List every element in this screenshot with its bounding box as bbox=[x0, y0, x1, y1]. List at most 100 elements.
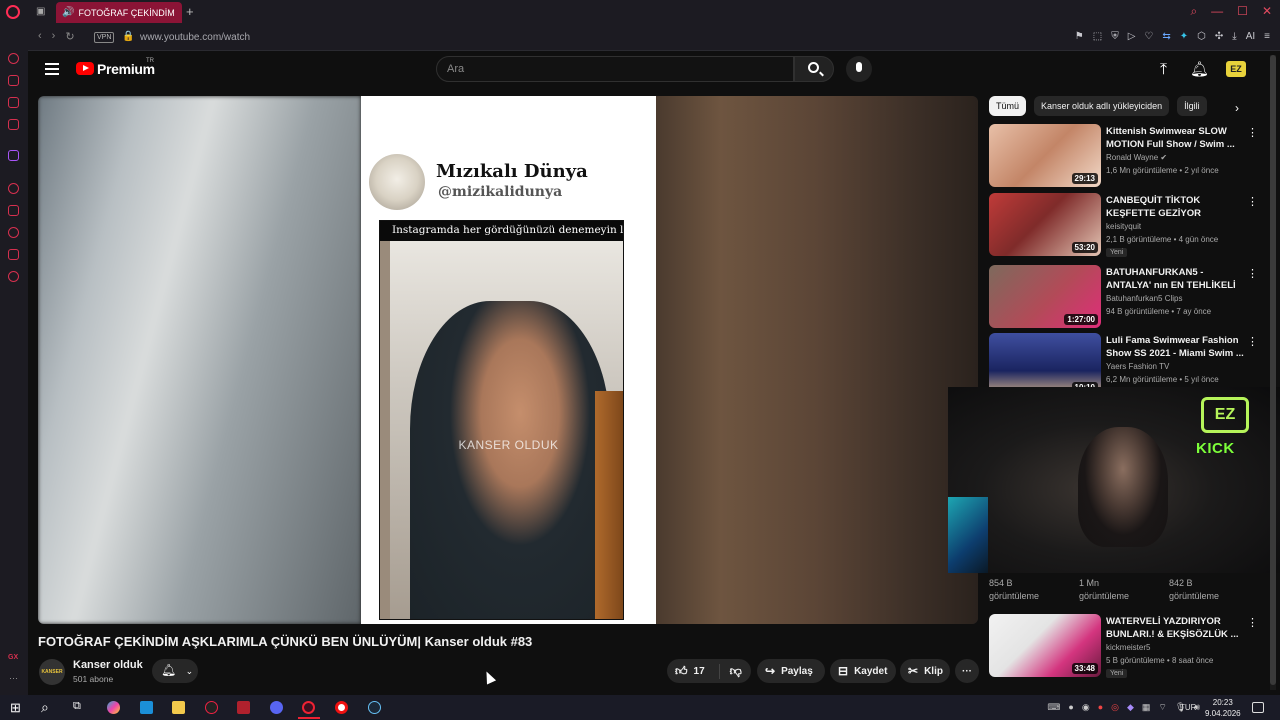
copilot-icon[interactable] bbox=[107, 701, 120, 714]
video-thumbnail[interactable]: 1:27:00 bbox=[989, 265, 1101, 328]
search-input[interactable] bbox=[436, 56, 794, 82]
search-button[interactable] bbox=[794, 56, 834, 82]
video-title[interactable]: Kittenish Swimwear SLOW MOTION Full Show… bbox=[1106, 125, 1244, 151]
menu-icon[interactable]: ≡ bbox=[1264, 31, 1270, 42]
new-tab-button[interactable]: + bbox=[186, 4, 194, 19]
sidebar-player-icon[interactable] bbox=[8, 183, 19, 194]
ai-icon[interactable]: AI bbox=[1246, 31, 1255, 42]
channel-avatar[interactable]: KANSER OLDUK bbox=[39, 659, 65, 701]
discord-icon[interactable] bbox=[270, 701, 283, 714]
channel-name[interactable]: Yaers Fashion TV bbox=[1106, 362, 1169, 371]
voicemeeter-icon[interactable] bbox=[237, 701, 250, 714]
steam-tray-icon[interactable]: ◉ bbox=[1082, 702, 1090, 713]
tray-app-icon[interactable]: ● bbox=[1068, 702, 1073, 713]
dislike-icon[interactable]: 👎︎ bbox=[718, 663, 742, 679]
video-player[interactable]: Mızıkalı Dünya @mizikalidunya Instagramd… bbox=[38, 96, 978, 624]
voice-search-button[interactable] bbox=[846, 56, 872, 82]
wifi-icon[interactable]: ⌔ bbox=[1158, 702, 1166, 713]
more-actions-button[interactable]: ··· bbox=[955, 659, 979, 683]
snapshot-icon[interactable]: ⬚ bbox=[1093, 31, 1102, 42]
channel-name[interactable]: keisityquit bbox=[1106, 222, 1141, 231]
recommendation-item[interactable]: 53:20 CANBEQUİT TİKTOK KEŞFETTE GEZİYOR … bbox=[989, 193, 1259, 257]
translate-icon[interactable]: ⇆ bbox=[1162, 31, 1170, 42]
clock[interactable]: 20:23 9.04.2026 bbox=[1205, 697, 1241, 719]
channel-name[interactable]: Batuhanfurkan5 Clips bbox=[1106, 294, 1183, 303]
video-title[interactable]: Luli Fama Swimwear Fashion Show SS 2021 … bbox=[1106, 334, 1244, 360]
like-count[interactable]: 17 bbox=[694, 666, 705, 677]
tray-red-icon[interactable]: ● bbox=[1098, 702, 1103, 713]
recommendation-item[interactable]: 29:13 Kittenish Swimwear SLOW MOTION Ful… bbox=[989, 124, 1259, 188]
page-scrollbar[interactable] bbox=[1270, 55, 1276, 690]
recommendation-item[interactable]: 1:27:00 BATUHANFURKAN5 - ANTALYA' nın EN… bbox=[989, 265, 1259, 329]
tray-grid-icon[interactable]: ▦ bbox=[1142, 702, 1151, 713]
mail-icon[interactable] bbox=[140, 701, 153, 714]
chip-related[interactable]: İlgili bbox=[1177, 96, 1207, 116]
tray-purple-icon[interactable]: ◆ bbox=[1127, 702, 1134, 713]
sidebar-history-icon[interactable] bbox=[8, 227, 19, 238]
bookmark-icon[interactable]: ⚑ bbox=[1075, 31, 1084, 42]
video-title[interactable]: BATUHANFURKAN5 - ANTALYA' nın EN TEHLİKE… bbox=[1106, 266, 1244, 292]
input-language[interactable]: TUR bbox=[1180, 703, 1196, 712]
puzzle-icon[interactable]: ✣ bbox=[1215, 31, 1223, 42]
scrollbar-thumb[interactable] bbox=[1270, 55, 1276, 685]
taskbar-search-icon[interactable]: ⌕ bbox=[41, 699, 49, 716]
play-icon[interactable]: ▷ bbox=[1128, 31, 1136, 42]
channel-name[interactable]: Kanser olduk bbox=[73, 659, 143, 671]
sidebar-settings-icon[interactable] bbox=[8, 271, 19, 282]
sidebar-gx-label[interactable]: GX bbox=[8, 654, 18, 661]
clip-button[interactable]: ✂ Klip bbox=[900, 659, 950, 683]
like-icon[interactable]: 👍︎ bbox=[675, 664, 688, 679]
close-icon[interactable]: ✕ bbox=[1262, 4, 1272, 19]
hamburger-menu-icon[interactable] bbox=[45, 63, 59, 75]
sidebar-more-icon[interactable]: ··· bbox=[9, 673, 18, 683]
sidebar-news-icon[interactable] bbox=[8, 119, 19, 130]
sidebar-bookmarks-icon[interactable] bbox=[8, 205, 19, 216]
steam-icon[interactable] bbox=[368, 701, 381, 714]
search-tabs-icon[interactable]: ⌕ bbox=[1190, 4, 1197, 19]
more-vert-icon[interactable]: ⋮ bbox=[1247, 616, 1258, 629]
windows-start-icon[interactable]: ⊞ bbox=[10, 700, 21, 716]
sidebar-extensions-icon[interactable] bbox=[8, 249, 19, 260]
opera-icon[interactable] bbox=[335, 701, 348, 714]
active-tab[interactable]: 🔊 FOTOĞRAF ÇEKİNDİM bbox=[56, 2, 182, 23]
recommendation-item[interactable]: 33:48 WATERVELİ YAZDIRIYOR BUNLARI.! & E… bbox=[989, 614, 1259, 678]
sidebar-twitch-icon[interactable] bbox=[8, 150, 19, 161]
sidebar-home-icon[interactable] bbox=[8, 53, 19, 64]
lock-icon[interactable]: 🔒 bbox=[122, 31, 134, 42]
video-thumbnail[interactable]: 29:13 bbox=[989, 124, 1101, 187]
maximize-icon[interactable]: ☐ bbox=[1237, 4, 1248, 19]
tab-overview-icon[interactable]: ▣ bbox=[36, 6, 45, 17]
notifications-bell-icon[interactable]: 🔔︎ bbox=[1190, 60, 1209, 78]
chip-uploader[interactable]: Kanser olduk adlı yükleyiciden bbox=[1034, 96, 1170, 116]
video-title[interactable]: CANBEQUİT TİKTOK KEŞFETTE GEZİYOR 04.04.… bbox=[1106, 194, 1244, 220]
extension-a-icon[interactable]: ✦ bbox=[1180, 31, 1188, 42]
opera-logo-icon[interactable] bbox=[6, 5, 20, 19]
extension-b-icon[interactable]: ⬡ bbox=[1197, 31, 1206, 42]
channel-name[interactable]: kickmeister5 bbox=[1106, 643, 1150, 652]
account-avatar[interactable]: EZ bbox=[1226, 61, 1246, 77]
tray-red-icon-2[interactable]: ◎ bbox=[1111, 702, 1119, 713]
reload-icon[interactable]: ↻ bbox=[65, 30, 74, 43]
keyboard-icon[interactable]: ⌨ bbox=[1047, 702, 1060, 713]
sidebar-shopping-icon[interactable] bbox=[8, 75, 19, 86]
video-thumbnail[interactable]: 53:20 bbox=[989, 193, 1101, 256]
chip-all[interactable]: Tümü bbox=[989, 96, 1027, 116]
share-button[interactable]: ↪ Paylaş bbox=[757, 659, 825, 683]
minimize-icon[interactable]: — bbox=[1211, 4, 1223, 19]
more-vert-icon[interactable]: ⋮ bbox=[1247, 335, 1258, 348]
subscription-bell-button[interactable]: 🔔︎ ⌄ bbox=[152, 659, 198, 683]
chevron-right-icon[interactable]: › bbox=[1235, 101, 1239, 115]
save-button[interactable]: ⊟ Kaydet bbox=[830, 659, 896, 683]
opera-gx-icon[interactable] bbox=[302, 701, 315, 714]
notification-icon[interactable] bbox=[1252, 702, 1264, 713]
upload-icon[interactable]: ⤒ bbox=[1160, 61, 1167, 79]
more-vert-icon[interactable]: ⋮ bbox=[1247, 195, 1258, 208]
youtube-logo-icon[interactable] bbox=[76, 62, 94, 75]
shield-icon[interactable]: ⛨ bbox=[1111, 31, 1119, 42]
forward-icon[interactable]: › bbox=[52, 30, 56, 43]
more-vert-icon[interactable]: ⋮ bbox=[1247, 126, 1258, 139]
heart-icon[interactable]: ♡ bbox=[1144, 31, 1153, 42]
task-view-icon[interactable]: ⧉ bbox=[73, 700, 81, 713]
channel-name[interactable]: Ronald Wayne ✔ bbox=[1106, 153, 1167, 162]
sidebar-messenger-icon[interactable] bbox=[8, 97, 19, 108]
